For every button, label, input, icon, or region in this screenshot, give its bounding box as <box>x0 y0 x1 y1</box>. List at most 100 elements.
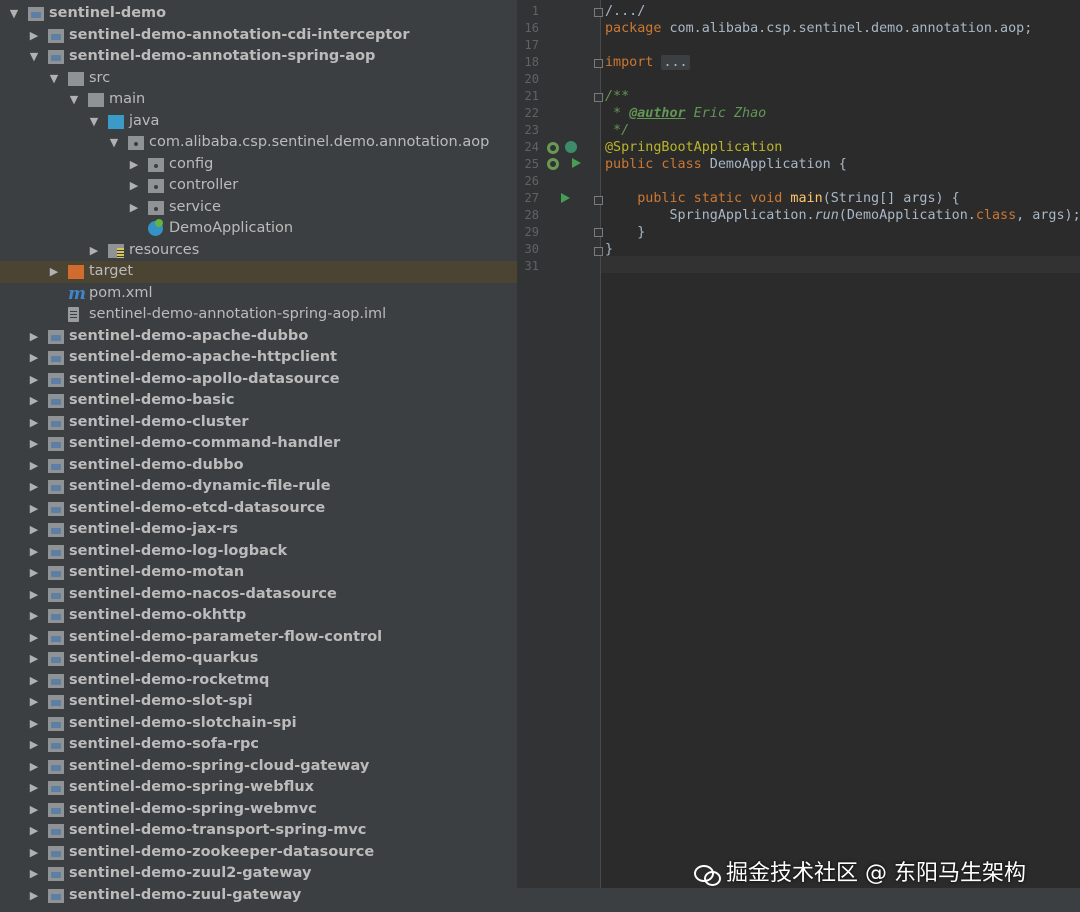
tree-item[interactable]: ▶ sentinel-demo-parameter-flow-control <box>0 627 517 649</box>
tree-item[interactable]: ▶ sentinel-demo-spring-webmvc <box>0 799 517 821</box>
chevron-right-icon[interactable]: ▶ <box>28 885 40 906</box>
chevron-down-icon[interactable]: ▼ <box>8 3 20 24</box>
tree-item[interactable]: ▶ sentinel-demo-etcd-datasource <box>0 498 517 520</box>
tree-item[interactable]: ▼ sentinel-demo <box>0 3 517 25</box>
chevron-right-icon[interactable]: ▶ <box>128 175 140 196</box>
tree-item[interactable]: ▶ sentinel-demo-jax-rs <box>0 519 517 541</box>
chevron-right-icon[interactable]: ▶ <box>28 627 40 648</box>
chevron-right-icon[interactable]: ▶ <box>28 605 40 626</box>
tree-item[interactable]: ▶ sentinel-demo-dubbo <box>0 455 517 477</box>
chevron-right-icon[interactable]: ▶ <box>28 734 40 755</box>
chevron-right-icon[interactable]: ▶ <box>28 498 40 519</box>
chevron-right-icon[interactable]: ▶ <box>48 261 60 282</box>
line-number: 24 <box>524 140 539 154</box>
chevron-right-icon[interactable]: ▶ <box>28 756 40 777</box>
chevron-right-icon[interactable]: ▶ <box>28 412 40 433</box>
chevron-right-icon[interactable]: ▶ <box>28 799 40 820</box>
tree-item[interactable]: ▶ sentinel-demo-sofa-rpc <box>0 734 517 756</box>
tree-item[interactable]: ▶ sentinel-demo-nacos-datasource <box>0 584 517 606</box>
chevron-right-icon[interactable]: ▶ <box>28 433 40 454</box>
tree-item[interactable]: ▶ sentinel-demo-zookeeper-datasource <box>0 842 517 864</box>
code-editor[interactable]: 1 16 17 18 20 21 22 23 24 25 26 27 28 29 30 31 /.../ pa… <box>517 0 1080 912</box>
chevron-right-icon[interactable]: ▶ <box>28 519 40 540</box>
module-folder-icon <box>48 824 64 838</box>
chevron-right-icon[interactable]: ▶ <box>28 670 40 691</box>
tree-item[interactable]: ▶ target <box>0 261 517 283</box>
tree-item[interactable]: ▶ sentinel-demo-annotation-cdi-intercepto… <box>0 25 517 47</box>
run-icon[interactable] <box>572 158 581 168</box>
spring-bean-icon[interactable] <box>547 142 559 154</box>
tree-item[interactable]: ▼ com.alibaba.csp.sentinel.demo.annotatio… <box>0 132 517 154</box>
chevron-down-icon[interactable]: ▼ <box>88 111 100 132</box>
chevron-down-icon[interactable]: ▼ <box>68 89 80 110</box>
chevron-right-icon[interactable]: ▶ <box>28 820 40 841</box>
spring-config-icon[interactable] <box>565 141 577 153</box>
chevron-down-icon[interactable]: ▼ <box>108 132 120 153</box>
chevron-right-icon[interactable]: ▶ <box>28 455 40 476</box>
tree-item[interactable]: ▶ sentinel-demo-apache-dubbo <box>0 326 517 348</box>
tree-item[interactable]: ▶ sentinel-demo-okhttp <box>0 605 517 627</box>
tree-item[interactable]: ▶ sentinel-demo-quarkus <box>0 648 517 670</box>
tree-item[interactable]: ▶ sentinel-demo-command-handler <box>0 433 517 455</box>
collapsed-imports[interactable]: ... <box>661 55 690 70</box>
chevron-right-icon[interactable]: ▶ <box>28 25 40 46</box>
tree-item[interactable]: ▶ sentinel-demo-spring-cloud-gateway <box>0 756 517 778</box>
chevron-right-icon[interactable]: ▶ <box>28 713 40 734</box>
tree-item[interactable]: ▶ resources <box>0 240 517 262</box>
tree-item[interactable]: ▶ sentinel-demo-dynamic-file-rule <box>0 476 517 498</box>
chevron-right-icon[interactable]: ▶ <box>128 154 140 175</box>
chevron-right-icon[interactable]: ▶ <box>28 648 40 669</box>
tree-item[interactable]: ▶ sentinel-demo-log-logback <box>0 541 517 563</box>
tree-item[interactable]: ▶ sentinel-demo-zuul-gateway <box>0 885 517 907</box>
chevron-right-icon[interactable]: ▶ <box>28 369 40 390</box>
chevron-right-icon[interactable]: ▶ <box>28 691 40 712</box>
tree-item[interactable]: ▶ sentinel-demo-zuul2-gateway <box>0 863 517 885</box>
chevron-down-icon[interactable]: ▼ <box>48 68 60 89</box>
tree-item[interactable]: ▶ service <box>0 197 517 219</box>
project-tree-panel[interactable]: ▼ sentinel-demo ▶ sentinel-demo-annotation-… <box>0 0 517 912</box>
fold-toggle-icon[interactable] <box>594 228 603 237</box>
tree-item-label: sentinel-demo-slot-spi <box>69 693 253 709</box>
tree-item[interactable]: ▼ java <box>0 111 517 133</box>
chevron-right-icon[interactable]: ▶ <box>28 584 40 605</box>
tree-item[interactable]: ▼ main <box>0 89 517 111</box>
project-tree[interactable]: ▼ sentinel-demo ▶ sentinel-demo-annotation-… <box>0 3 517 906</box>
tree-item[interactable]: ▶ sentinel-demo-slot-spi <box>0 691 517 713</box>
line-number: 29 <box>524 225 539 239</box>
tree-item[interactable]: ▼ sentinel-demo-annotation-spring-aop <box>0 46 517 68</box>
tree-item[interactable]: ▶ controller <box>0 175 517 197</box>
chevron-right-icon[interactable]: ▶ <box>28 562 40 583</box>
chevron-right-icon[interactable]: ▶ <box>28 541 40 562</box>
tree-item[interactable]: ▶ config <box>0 154 517 176</box>
chevron-right-icon[interactable]: ▶ <box>128 197 140 218</box>
tree-item[interactable]: ▼ src <box>0 68 517 90</box>
tree-item[interactable]: DemoApplication <box>0 218 517 240</box>
tree-item[interactable]: ▶ sentinel-demo-apollo-datasource <box>0 369 517 391</box>
chevron-right-icon[interactable]: ▶ <box>28 842 40 863</box>
chevron-right-icon[interactable]: ▶ <box>28 347 40 368</box>
chevron-right-icon[interactable]: ▶ <box>28 777 40 798</box>
tree-item[interactable]: ▶ sentinel-demo-apache-httpclient <box>0 347 517 369</box>
tree-item[interactable]: sentinel-demo-annotation-spring-aop.iml <box>0 304 517 326</box>
chevron-down-icon[interactable]: ▼ <box>28 46 40 67</box>
chevron-right-icon[interactable]: ▶ <box>28 863 40 884</box>
tree-item[interactable]: ▶ sentinel-demo-motan <box>0 562 517 584</box>
fold-toggle-icon[interactable] <box>594 8 603 17</box>
spring-boot-run-config-icon[interactable] <box>547 158 559 170</box>
tree-item[interactable]: ▶ sentinel-demo-rocketmq <box>0 670 517 692</box>
tree-item[interactable]: ▶ sentinel-demo-cluster <box>0 412 517 434</box>
tree-item[interactable]: ▶ sentinel-demo-slotchain-spi <box>0 713 517 735</box>
tree-item[interactable]: m pom.xml <box>0 283 517 305</box>
tree-item[interactable]: ▶ sentinel-demo-spring-webflux <box>0 777 517 799</box>
fold-toggle-icon[interactable] <box>594 93 603 102</box>
chevron-right-icon[interactable]: ▶ <box>28 476 40 497</box>
run-icon[interactable] <box>561 193 570 203</box>
chevron-right-icon[interactable]: ▶ <box>88 240 100 261</box>
fold-toggle-icon[interactable] <box>594 196 603 205</box>
tree-item[interactable]: ▶ sentinel-demo-basic <box>0 390 517 412</box>
chevron-right-icon[interactable]: ▶ <box>28 390 40 411</box>
chevron-right-icon[interactable]: ▶ <box>28 326 40 347</box>
tree-item[interactable]: ▶ sentinel-demo-transport-spring-mvc <box>0 820 517 842</box>
fold-toggle-icon[interactable] <box>594 247 603 256</box>
fold-toggle-icon[interactable] <box>594 59 603 68</box>
